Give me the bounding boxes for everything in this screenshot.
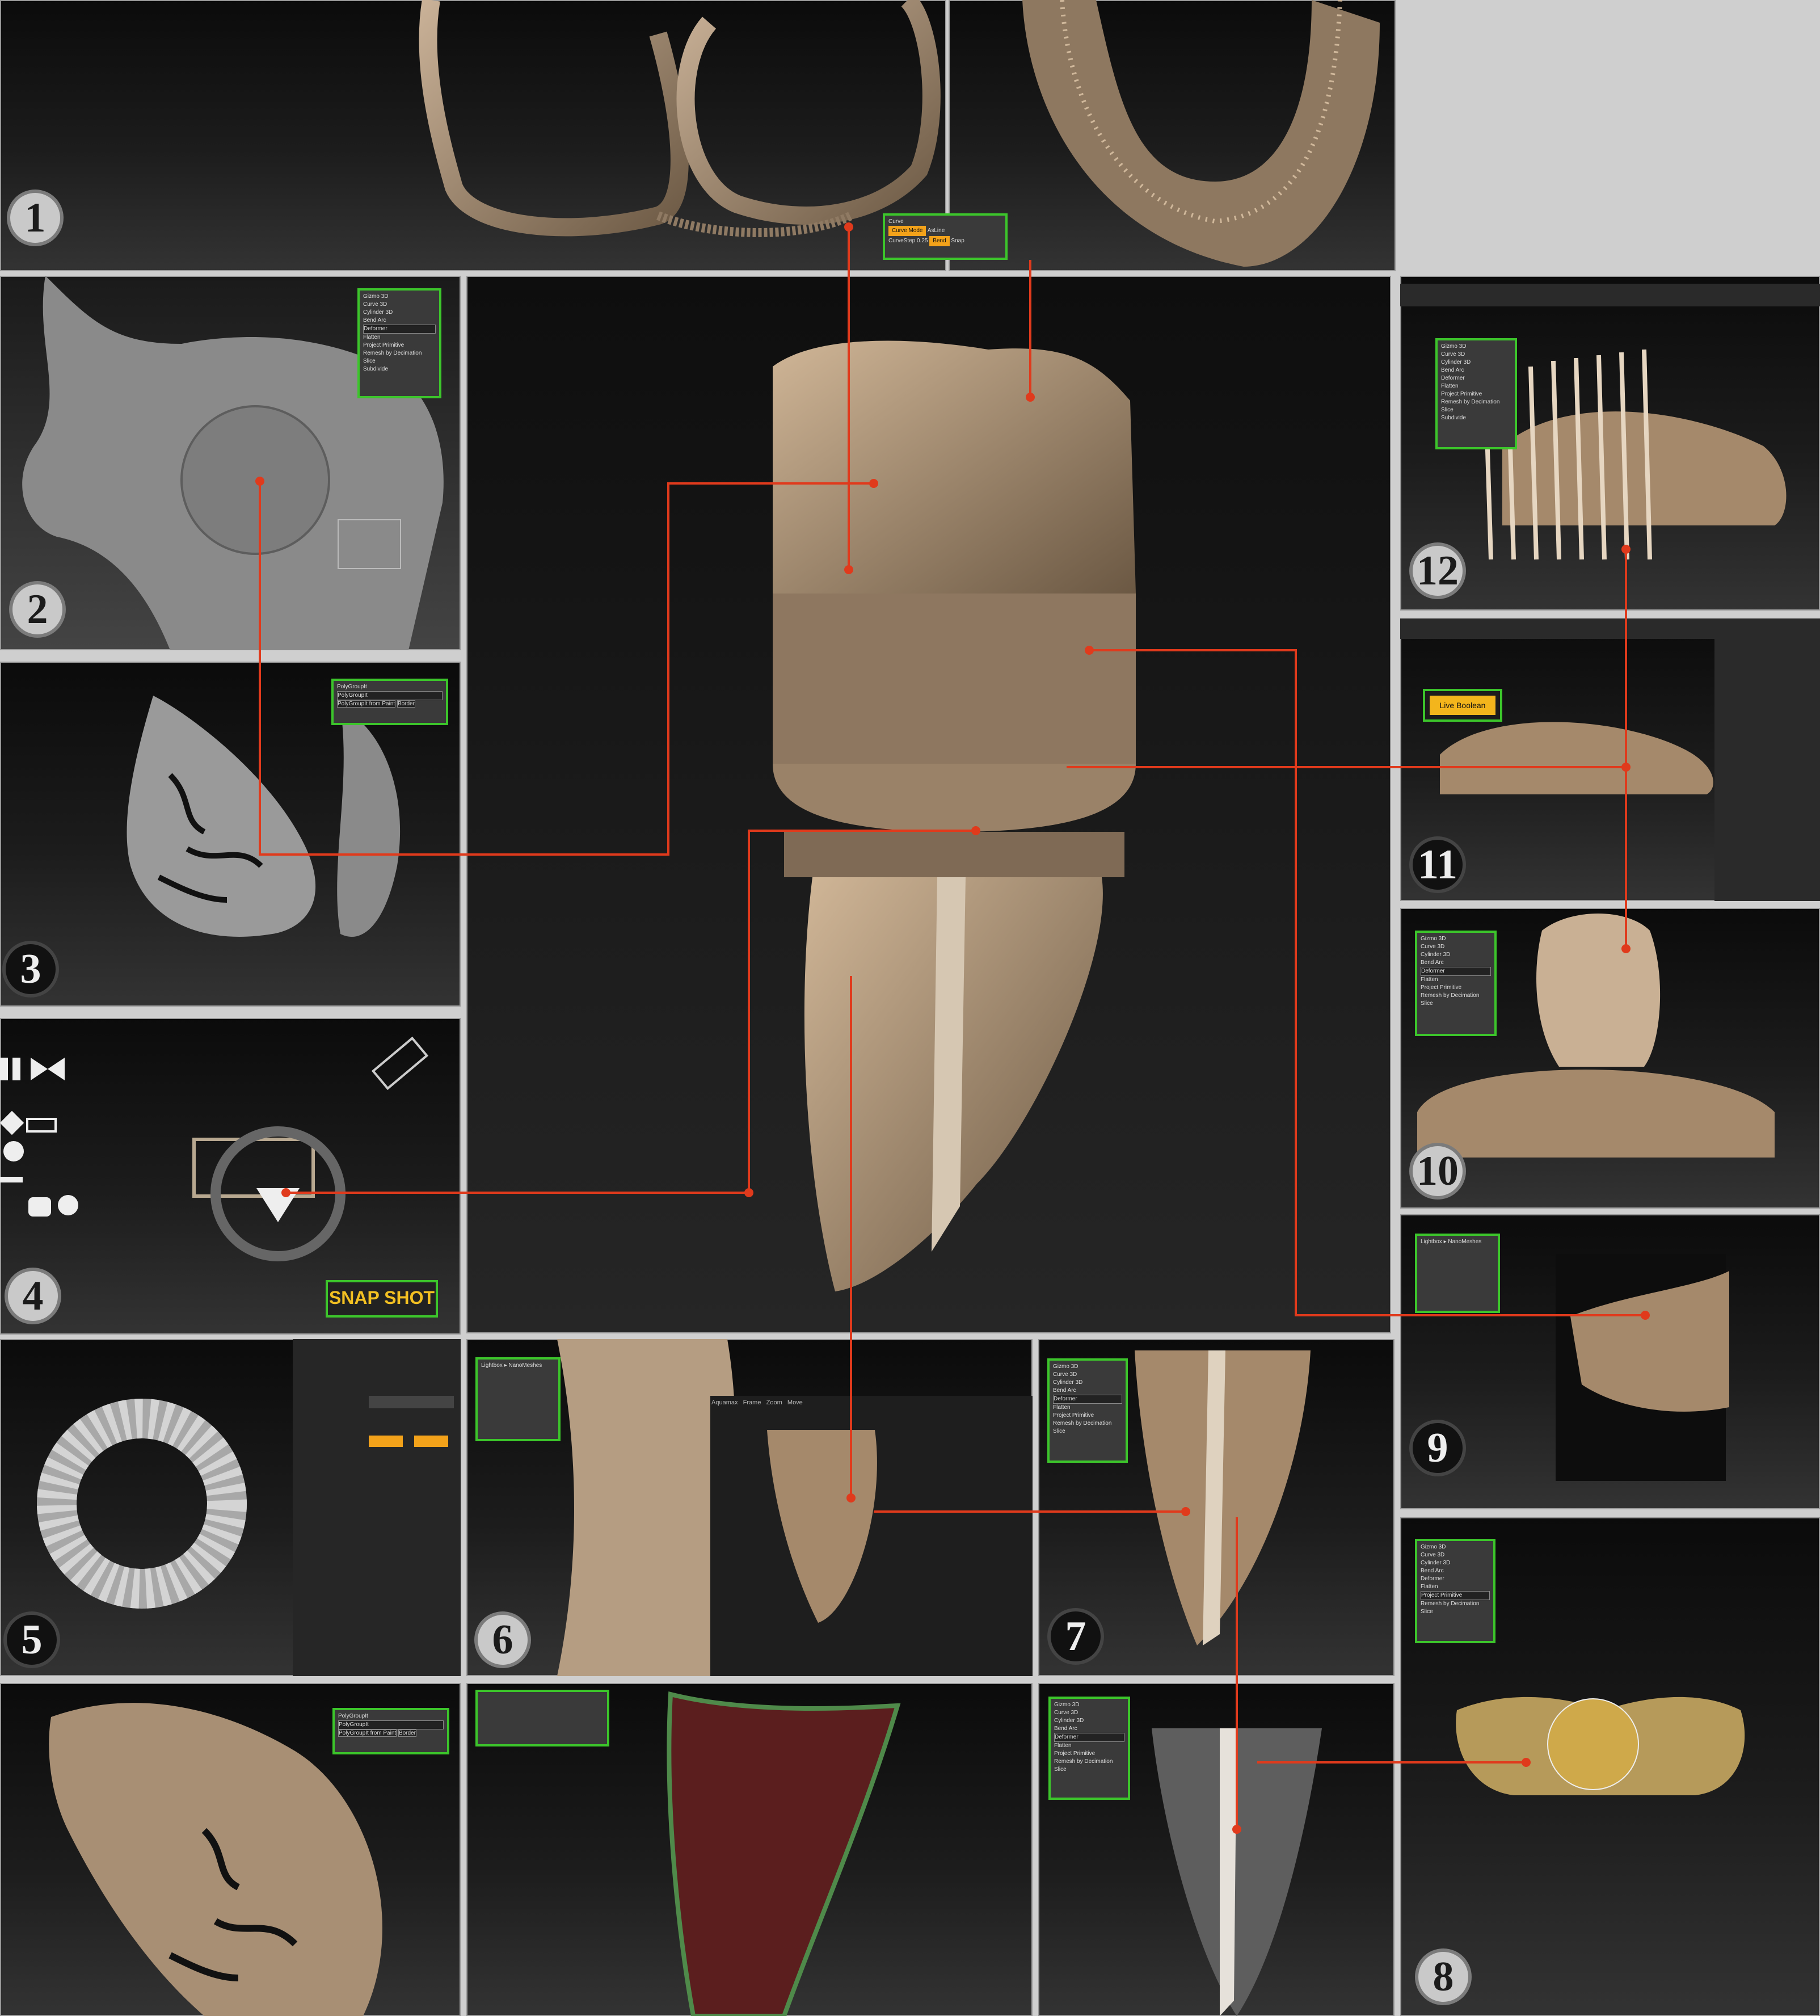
- leader-step9: [1089, 649, 1645, 1316]
- leader-lines: [255, 222, 1650, 1834]
- leader-step2: [259, 481, 874, 856]
- leader-step4: [286, 830, 976, 1194]
